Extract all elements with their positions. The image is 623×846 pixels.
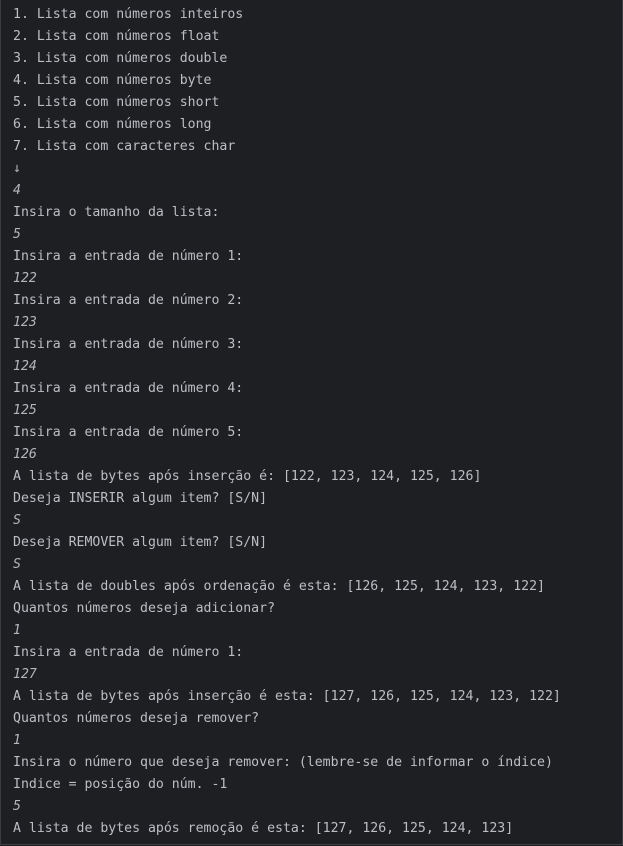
console-input-arrow: ↓ <box>13 161 21 176</box>
console-output-line: Quantos números deseja adicionar? <box>13 601 276 616</box>
console-input-line: 125 <box>13 403 37 418</box>
console-output-line: Quantos números deseja remover? <box>13 711 260 726</box>
console-output-line: 3. Lista com números double <box>13 51 228 66</box>
console-output-line: Insira a entrada de número 5: <box>13 425 244 440</box>
console-input-line: 1 <box>13 733 21 748</box>
console-input-line: 5 <box>13 799 21 814</box>
console-output-line: Insira o número que deseja remover: (lem… <box>13 755 553 770</box>
console-output-line: Insira a entrada de número 1: <box>13 249 244 264</box>
console-output-line: A lista de bytes após remoção é esta: [1… <box>13 821 514 836</box>
console-output-line: 7. Lista com caracteres char <box>13 139 236 154</box>
console-output-line: Indice = posição do núm. -1 <box>13 777 228 792</box>
console-input-line: 123 <box>13 315 37 330</box>
console-input-line: S <box>13 513 21 528</box>
console-output-line: A lista de doubles após ordenação é esta… <box>13 579 545 594</box>
console-input-line: 5 <box>13 227 21 242</box>
console-output-line: A lista de bytes após inserção é: [122, … <box>13 469 482 484</box>
console-output-line: Deseja REMOVER algum item? [S/N] <box>13 535 268 550</box>
console-output-line: Insira a entrada de número 1: <box>13 645 244 660</box>
console-output-line: 4. Lista com números byte <box>13 73 212 88</box>
console-output-line: Insira a entrada de número 3: <box>13 337 244 352</box>
console-input-line: 126 <box>13 447 37 462</box>
console-output-line: 6. Lista com números long <box>13 117 212 132</box>
console-output-line: Insira a entrada de número 4: <box>13 381 244 396</box>
console-input-line: 4 <box>13 183 21 198</box>
console-input-line: 124 <box>13 359 37 374</box>
console-input-line: S <box>13 557 21 572</box>
console-lines: 1. Lista com números inteiros 2. Lista co… <box>13 4 622 840</box>
console-input-line: 127 <box>13 667 37 682</box>
console-output-line: 1. Lista com números inteiros <box>13 7 244 22</box>
console-output-line: 5. Lista com números short <box>13 95 220 110</box>
console-input-line: 1 <box>13 623 21 638</box>
console-input-line: 122 <box>13 271 37 286</box>
console-output-line: Insira o tamanho da lista: <box>13 205 220 220</box>
console-output-line: 2. Lista com números float <box>13 29 220 44</box>
console-output-line: A lista de bytes após inserção é esta: [… <box>13 689 561 704</box>
console-output-line: Insira a entrada de número 2: <box>13 293 244 308</box>
clipped-previous-line <box>216 0 286 1</box>
console-output-panel[interactable]: 1. Lista com números inteiros 2. Lista co… <box>0 0 623 845</box>
console-output-line: Deseja INSERIR algum item? [S/N] <box>13 491 268 506</box>
